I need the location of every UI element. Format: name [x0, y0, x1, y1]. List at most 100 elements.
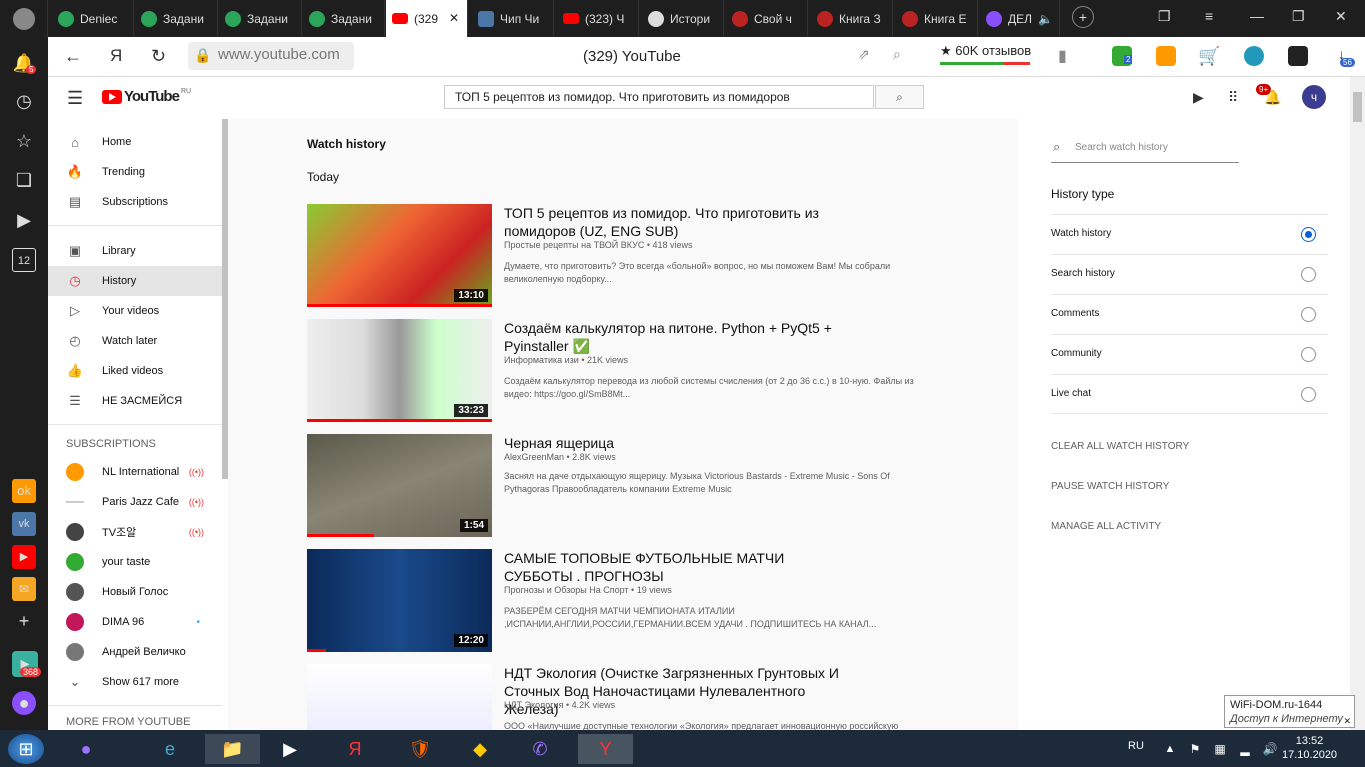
alice-icon[interactable]: ● — [12, 691, 36, 715]
search-icon[interactable]: ⌕ — [893, 46, 901, 63]
sub-item[interactable]: DIMA 96 • — [48, 607, 222, 637]
menu-icon[interactable]: ≡ — [1205, 8, 1213, 24]
radio[interactable] — [1301, 267, 1316, 282]
radio[interactable] — [1301, 307, 1316, 322]
cart-icon[interactable]: 🛒 — [1198, 46, 1220, 66]
create-video-icon[interactable]: ▶ — [1193, 89, 1204, 106]
video-item[interactable]: НДТ Экология (Очистке Загрязненных Грунт… — [307, 664, 947, 730]
close-window-icon[interactable]: ✕ — [1335, 8, 1347, 25]
video-item[interactable]: 1:54 Черная ящерица AlexGreenMan • 2.8K … — [307, 434, 947, 537]
tab-11[interactable]: ДЕЛ 🔈 — [980, 0, 1060, 37]
video-title[interactable]: Создаём калькулятор на питоне. Python + … — [504, 319, 844, 355]
video-thumbnail[interactable]: 1:54 — [307, 434, 492, 537]
search-input[interactable]: ТОП 5 рецептов из помидор. Что приготови… — [444, 85, 874, 109]
page-scrollbar[interactable] — [1350, 77, 1365, 730]
yandex-active-icon[interactable]: Y — [578, 734, 633, 764]
minimize-icon[interactable]: — — [1250, 8, 1264, 24]
add-icon[interactable]: + — [12, 609, 36, 633]
profile-tab[interactable] — [0, 0, 48, 37]
apps-grid-icon[interactable]: ⠿ — [1228, 89, 1238, 106]
scrollbar-thumb[interactable] — [1353, 92, 1362, 122]
tab-10[interactable]: Книга Е — [896, 0, 978, 37]
reload-icon[interactable]: ↻ — [151, 46, 166, 67]
video-thumbnail[interactable]: 13:10 — [307, 204, 492, 307]
close-icon[interactable]: ✕ — [1343, 714, 1351, 728]
video-item[interactable]: 13:10 ТОП 5 рецептов из помидор. Что при… — [307, 204, 947, 307]
tab-7[interactable]: Истори — [642, 0, 724, 37]
tab-1[interactable]: Задани — [135, 0, 218, 37]
clear-history-button[interactable]: CLEAR ALL WATCH HISTORY — [1051, 441, 1189, 452]
search-history-input[interactable]: ⌕ Search watch history — [1051, 139, 1239, 163]
youtube-logo[interactable]: YouTube RU — [102, 88, 191, 105]
radio[interactable] — [1301, 387, 1316, 402]
sub-item[interactable]: NL International ((•)) — [48, 457, 222, 487]
tab-6[interactable]: (323) Ч — [557, 0, 639, 37]
sidebar-item-watch-later[interactable]: ◴ Watch later — [48, 326, 222, 356]
video-item[interactable]: 33:23 Создаём калькулятор на питоне. Pyt… — [307, 319, 947, 422]
tab-9[interactable]: Книга З — [811, 0, 893, 37]
alice-icon[interactable]: ● — [66, 734, 106, 764]
mail-icon[interactable]: ✉ — [12, 577, 36, 601]
video-title[interactable]: ТОП 5 рецептов из помидор. Что приготови… — [504, 204, 844, 240]
viber-icon[interactable]: ✆ — [520, 734, 560, 764]
tab-3[interactable]: Задани — [303, 0, 385, 37]
video-title[interactable]: САМЫЕ ТОПОВЫЕ ФУТБОЛЬНЫЕ МАТЧИ СУББОТЫ .… — [504, 549, 844, 585]
sidebar-item-history[interactable]: ◷ History — [48, 266, 222, 296]
sidebar-item-subscriptions[interactable]: ▤ Subscriptions — [48, 187, 222, 217]
sidebar-item-playlist[interactable]: ☰ НЕ ЗАСМЕЙСЯ — [48, 386, 222, 416]
vk-icon[interactable]: vk — [12, 512, 36, 536]
sidebar-item-library[interactable]: ▣ Library — [48, 236, 222, 266]
yandex-icon[interactable]: Я — [110, 46, 122, 66]
explorer-icon[interactable]: 📁 — [205, 734, 260, 764]
clock[interactable]: 13:52 17.10.2020 — [1282, 734, 1337, 762]
star-icon[interactable]: ☆ — [12, 129, 36, 153]
option-community[interactable]: Community — [1051, 334, 1328, 374]
sidebar-item-trending[interactable]: 🔥 Trending — [48, 157, 222, 187]
video-thumbnail[interactable]: 33:23 — [307, 319, 492, 422]
odnoklassniki-ext-icon[interactable] — [1156, 46, 1176, 66]
video-item[interactable]: 12:20 САМЫЕ ТОПОВЫЕ ФУТБОЛЬНЫЕ МАТЧИ СУБ… — [307, 549, 947, 652]
language-indicator[interactable]: RU — [1128, 740, 1144, 752]
sub-item[interactable]: Paris Jazz Cafe ((•)) — [48, 487, 222, 517]
internet-explorer-icon[interactable]: e — [150, 734, 190, 764]
youtube-icon[interactable]: ▶ — [12, 545, 36, 569]
tab-2[interactable]: Задани — [219, 0, 302, 37]
radio-selected[interactable] — [1301, 227, 1316, 242]
option-live-chat[interactable]: Live chat — [1051, 374, 1328, 414]
tab-0[interactable]: Deniec — [52, 0, 134, 37]
history-clock-icon[interactable]: ◷ — [12, 89, 36, 113]
option-comments[interactable]: Comments — [1051, 294, 1328, 334]
chat-ext-icon[interactable] — [1288, 46, 1308, 66]
odnoklassniki-icon[interactable]: ok — [12, 479, 36, 503]
radio[interactable] — [1301, 347, 1316, 362]
yandex-browser-icon[interactable]: Я — [335, 734, 375, 764]
back-icon[interactable]: ← — [64, 46, 82, 67]
manage-activity-button[interactable]: MANAGE ALL ACTIVITY — [1051, 521, 1161, 532]
e-ext-icon[interactable] — [1244, 46, 1264, 66]
tab-5[interactable]: Чип Чи — [472, 0, 554, 37]
sub-item[interactable]: Новый Голос — [48, 577, 222, 607]
sidebar-item-home[interactable]: ⌂ Home — [48, 127, 222, 157]
sidebar-item-liked-videos[interactable]: 👍 Liked videos — [48, 356, 222, 386]
search-button[interactable]: ⌕ — [875, 85, 924, 109]
pause-history-button[interactable]: PAUSE WATCH HISTORY — [1051, 481, 1169, 492]
menu-icon[interactable]: ☰ — [67, 88, 83, 109]
option-search-history[interactable]: Search history — [1051, 254, 1328, 294]
close-tab-icon[interactable]: ✕ — [449, 11, 459, 25]
rating-button[interactable]: ★ 60K отзывов — [940, 43, 1031, 59]
bookmark-icon[interactable]: ▮ — [1058, 46, 1067, 66]
sub-item[interactable]: TV조알 ((•)) — [48, 517, 222, 547]
sidebar-item-your-videos[interactable]: ▷ Your videos — [48, 296, 222, 326]
video-title[interactable]: Черная ящерица — [504, 434, 844, 452]
sub-item[interactable]: your taste — [48, 547, 222, 577]
tab-4[interactable]: (329 ✕ — [386, 0, 468, 37]
calendar-icon[interactable]: 12 — [12, 248, 36, 272]
option-watch-history[interactable]: Watch history — [1051, 214, 1328, 254]
avatar[interactable]: ч — [1302, 85, 1326, 109]
show-more-button[interactable]: ⌄ Show 617 more — [48, 667, 222, 697]
video-thumbnail[interactable]: 12:20 — [307, 549, 492, 652]
share-icon[interactable]: ⇗ — [858, 46, 870, 63]
collections-icon[interactable]: ❏ — [12, 168, 36, 192]
cube-app-icon[interactable]: ◆ — [460, 734, 500, 764]
tabs-icon[interactable]: ❐ — [1158, 8, 1171, 25]
